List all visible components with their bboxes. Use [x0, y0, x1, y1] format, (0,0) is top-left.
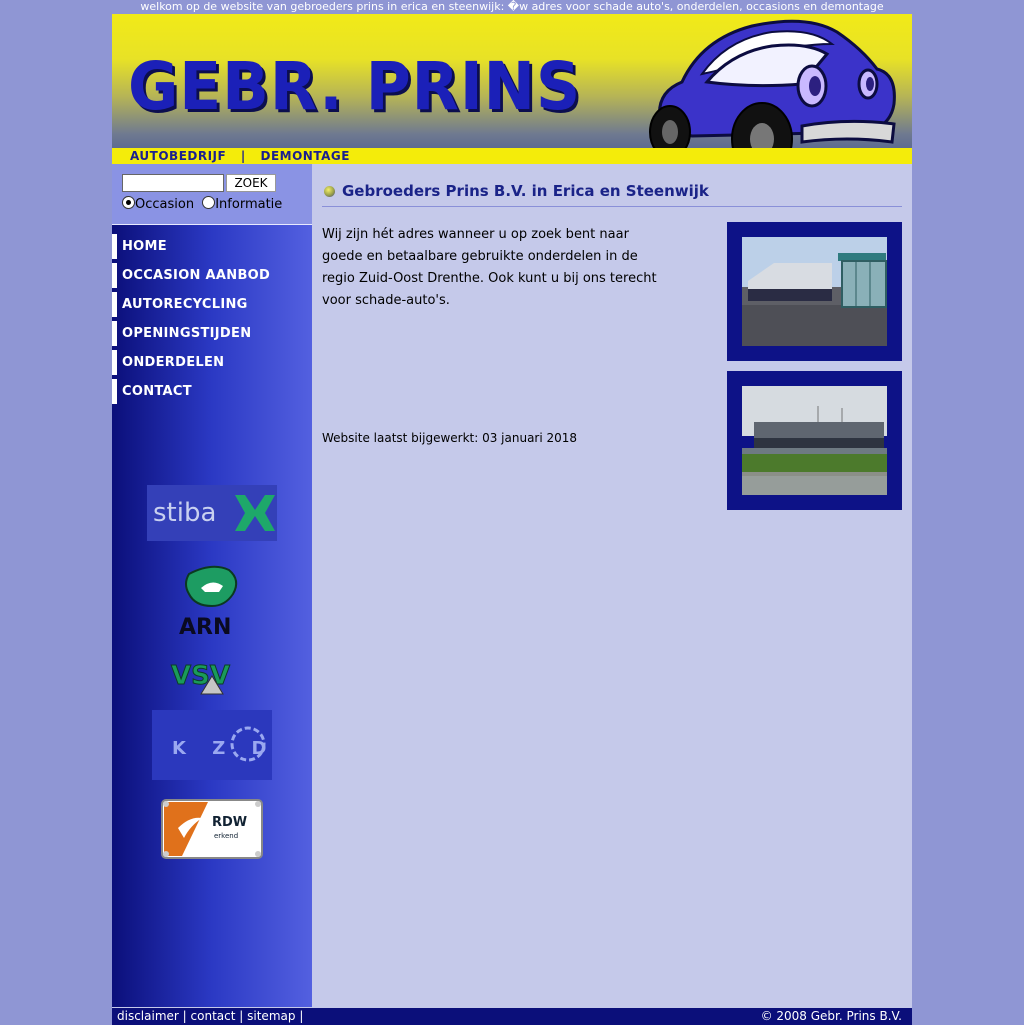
footer-link-contact[interactable]: contact	[191, 1009, 236, 1023]
footer-separator: |	[182, 1009, 187, 1023]
footer-link-sitemap[interactable]: sitemap	[247, 1009, 295, 1023]
tagline-demontage: DEMONTAGE	[260, 149, 350, 163]
arn-logo-icon: ARN	[179, 565, 238, 640]
arn-logo-text: ARN	[179, 615, 231, 640]
site-logo[interactable]: GEBR. PRINS	[128, 48, 581, 125]
radio-occasion[interactable]	[122, 196, 135, 209]
last-updated: Website laatst bijgewerkt: 03 januari 20…	[322, 431, 578, 445]
title-row: Gebroeders Prins B.V. in Erica en Steenw…	[322, 182, 902, 207]
stiba-logo-text: stiba	[153, 498, 216, 528]
tagline-separator: |	[240, 149, 246, 163]
welcome-banner: welkom op de website van gebroeders prin…	[140, 0, 884, 13]
copyright: © 2008 Gebr. Prins B.V.	[760, 1009, 902, 1023]
rdw-logo-subtext: erkend	[214, 832, 238, 840]
site-header: GEBR. PRINS AUTOBEDRIJF | DEMONTAGE	[112, 14, 912, 164]
rdw-logo[interactable]: RDW erkend	[142, 794, 282, 864]
search-panel: ZOEK Occasion Informatie	[112, 164, 312, 225]
kzd-logo-icon: K Z D	[152, 710, 272, 780]
vsv-logo-text: VSV	[171, 661, 230, 691]
photo-frame-steenwijk	[727, 371, 902, 510]
footer-separator: |	[239, 1009, 244, 1023]
rdw-logo-icon: RDW erkend	[161, 799, 263, 859]
footer-links: disclaimer | contact | sitemap |	[117, 1008, 303, 1025]
search-input[interactable]	[122, 174, 224, 192]
radio-informatie-label: Informatie	[215, 197, 283, 212]
title-bullet-icon	[324, 186, 335, 197]
building-photo-2[interactable]	[742, 386, 887, 495]
main-nav: HOME OCCASION AANBOD AUTORECYCLING OPENI…	[112, 234, 312, 408]
header-tagline: AUTOBEDRIJF | DEMONTAGE	[130, 149, 350, 163]
footer-link-disclaimer[interactable]: disclaimer	[117, 1009, 179, 1023]
kzd-logo[interactable]: K Z D	[142, 709, 282, 781]
nav-item-occasion-aanbod[interactable]: OCCASION AANBOD	[112, 263, 312, 288]
vsv-logo-icon: VSV	[171, 661, 230, 695]
sidebar: ZOEK Occasion Informatie HOME OCCASION A…	[112, 164, 312, 1007]
nav-item-onderdelen[interactable]: ONDERDELEN	[112, 350, 312, 375]
footer-separator: |	[299, 1009, 304, 1023]
rdw-logo-text: RDW	[212, 815, 247, 830]
site-footer: disclaimer | contact | sitemap | © 2008 …	[112, 1007, 912, 1025]
radio-informatie[interactable]	[202, 196, 216, 209]
page-wrapper: GEBR. PRINS AUTOBEDRIJF | DEMONTAGE ZOEK…	[112, 14, 912, 1025]
cartoon-car-icon	[649, 19, 896, 164]
nav-item-home[interactable]: HOME	[112, 234, 312, 259]
nav-item-contact[interactable]: CONTACT	[112, 379, 312, 404]
nav-item-openingstijden[interactable]: OPENINGSTIJDEN	[112, 321, 312, 346]
photo-frame-erica	[727, 222, 902, 361]
intro-text: Wij zijn hét adres wanneer u op zoek ben…	[322, 227, 657, 308]
search-button[interactable]: ZOEK	[226, 174, 276, 192]
stiba-logo-icon: stiba	[147, 485, 277, 541]
main-content: Gebroeders Prins B.V. in Erica en Steenw…	[312, 164, 912, 1007]
tagline-autobedrijf: AUTOBEDRIJF	[130, 149, 227, 163]
building-photo-1[interactable]	[742, 237, 887, 346]
vsv-logo[interactable]: VSV	[142, 651, 282, 701]
nav-item-autorecycling[interactable]: AUTORECYCLING	[112, 292, 312, 317]
radio-occasion-label: Occasion	[135, 197, 195, 212]
page-title: Gebroeders Prins B.V. in Erica en Steenw…	[342, 182, 709, 200]
stiba-logo[interactable]: stiba	[142, 479, 282, 547]
search-type-radios: Occasion Informatie	[122, 196, 282, 212]
arn-logo[interactable]: ARN	[142, 559, 282, 641]
